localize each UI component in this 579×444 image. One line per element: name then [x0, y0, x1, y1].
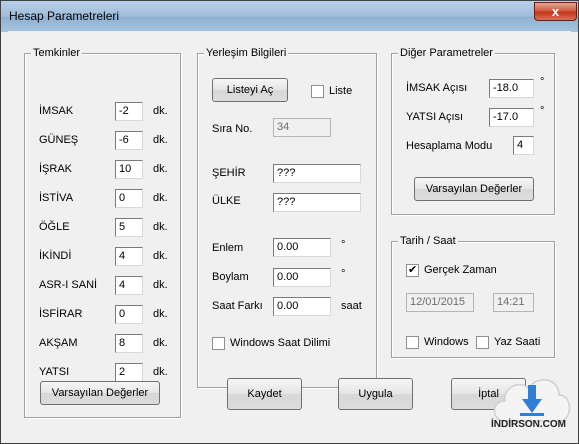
- close-icon: x: [551, 4, 560, 19]
- windows-tz-checkbox[interactable]: [212, 337, 225, 350]
- list-open-button[interactable]: Listeyi Aç: [212, 78, 288, 102]
- list-checkbox[interactable]: [311, 85, 324, 98]
- ulke-label: ÜLKE: [212, 195, 241, 207]
- title-bar: Hesap Parametreleri x: [1, 1, 578, 32]
- saat-unit: saat: [341, 300, 362, 312]
- apply-button[interactable]: Uygula: [338, 378, 413, 410]
- real-time-checkbox[interactable]: [406, 264, 419, 277]
- imsak-angle-label: İMSAK Açısı: [406, 82, 468, 94]
- close-button[interactable]: x: [534, 2, 577, 21]
- temkin-unit: dk.: [153, 134, 168, 146]
- enlem-field[interactable]: 0.00: [273, 238, 331, 257]
- temkin-field[interactable]: 0: [115, 189, 143, 208]
- temkin-label: İKİNDİ: [39, 250, 72, 262]
- temkin-field[interactable]: 2: [115, 363, 143, 382]
- temkin-unit: dk.: [153, 163, 168, 175]
- diger-legend: Diğer Parametreler: [398, 47, 495, 59]
- temkin-field[interactable]: -6: [115, 131, 143, 150]
- windows-time-label: Windows: [424, 336, 469, 348]
- boylam-label: Boylam: [212, 271, 249, 283]
- temkinler-group: Temkinler İMSAK -2 dk. GÜNEŞ -6 dk. İŞRAK 10 dk.…: [24, 47, 181, 418]
- temkin-label: İŞRAK: [39, 163, 73, 175]
- temkin-field[interactable]: 0: [115, 305, 143, 324]
- temkin-label: GÜNEŞ: [39, 134, 79, 146]
- windows-time-checkbox[interactable]: [406, 336, 419, 349]
- diger-group: Diğer Parametreler İMSAK Açısı -18.0 ° Y…: [391, 47, 555, 215]
- temkin-unit: dk.: [153, 308, 168, 320]
- boylam-unit: °: [341, 268, 346, 280]
- temkin-field[interactable]: 10: [115, 160, 143, 179]
- temkin-label: AKŞAM: [39, 337, 78, 349]
- yatsi-angle-field[interactable]: -17.0: [489, 108, 534, 127]
- temkinler-legend: Temkinler: [31, 47, 83, 59]
- boylam-field[interactable]: 0.00: [273, 268, 331, 287]
- ulke-field[interactable]: ???: [273, 193, 361, 212]
- watermark-logo: İNDİRSON.COM: [487, 363, 577, 441]
- calc-mode-field[interactable]: 4: [513, 136, 534, 155]
- temkin-unit: dk.: [153, 221, 168, 233]
- temkin-unit: dk.: [153, 337, 168, 349]
- dialog-window: Hesap Parametreleri x Temkinler İMSAK -2 d…: [0, 0, 579, 444]
- temkin-field[interactable]: 8: [115, 334, 143, 353]
- temkin-label: ASR-I SANİ: [39, 279, 98, 291]
- calc-mode-label: Hesaplama Modu: [406, 140, 493, 152]
- temkin-unit: dk.: [153, 279, 168, 291]
- imsak-angle-field[interactable]: -18.0: [489, 79, 534, 98]
- temkin-field[interactable]: 4: [115, 276, 143, 295]
- yerlesim-legend: Yerleşim Bilgileri: [204, 47, 289, 59]
- tarih-group: Tarih / Saat Gerçek Zaman 12/01/2015 14:…: [391, 235, 555, 358]
- temkin-unit: dk.: [153, 105, 168, 117]
- enlem-label: Enlem: [212, 242, 244, 254]
- temkin-label: İMSAK: [39, 105, 74, 117]
- temkin-label: İSFİRAR: [39, 308, 83, 320]
- yerlesim-group: Yerleşim Bilgileri Listeyi Aç Liste Sıra…: [197, 47, 377, 388]
- sehir-label: ŞEHİR: [212, 167, 246, 179]
- window-title: Hesap Parametreleri: [9, 9, 120, 23]
- sira-label: Sıra No.: [212, 123, 253, 135]
- imsak-angle-unit: °: [540, 76, 545, 88]
- temkin-unit: dk.: [153, 366, 168, 378]
- yatsi-angle-unit: °: [540, 105, 545, 117]
- date-field[interactable]: 12/01/2015: [406, 293, 474, 312]
- temkin-field[interactable]: 5: [115, 218, 143, 237]
- tarih-legend: Tarih / Saat: [398, 235, 458, 247]
- dst-label: Yaz Saati: [494, 336, 541, 348]
- temkin-unit: dk.: [153, 250, 168, 262]
- diger-defaults-button[interactable]: Varsayılan Değerler: [414, 177, 534, 201]
- real-time-label: Gerçek Zaman: [424, 264, 497, 276]
- temkin-field[interactable]: -2: [115, 102, 143, 121]
- temkin-field[interactable]: 4: [115, 247, 143, 266]
- sehir-field[interactable]: ???: [273, 164, 361, 183]
- temkinler-defaults-button[interactable]: Varsayılan Değerler: [40, 381, 160, 405]
- dst-checkbox[interactable]: [476, 336, 489, 349]
- saat-label: Saat Farkı: [212, 300, 263, 312]
- yatsi-angle-label: YATSI Açısı: [406, 111, 464, 123]
- watermark-text: İNDİRSON.COM: [491, 419, 566, 430]
- enlem-unit: °: [341, 239, 346, 251]
- time-field[interactable]: 14:21: [493, 293, 534, 312]
- windows-tz-label: Windows Saat Dilimi: [230, 337, 331, 349]
- save-button[interactable]: Kaydet: [227, 378, 302, 410]
- temkin-label: YATSI: [39, 366, 70, 378]
- temkin-label: İSTİVA: [39, 192, 74, 204]
- temkin-unit: dk.: [153, 192, 168, 204]
- sira-field[interactable]: 34: [273, 118, 331, 137]
- saat-field[interactable]: 0.00: [273, 297, 331, 316]
- temkin-label: ÖĞLE: [39, 221, 70, 233]
- list-checkbox-label: Liste: [329, 85, 353, 97]
